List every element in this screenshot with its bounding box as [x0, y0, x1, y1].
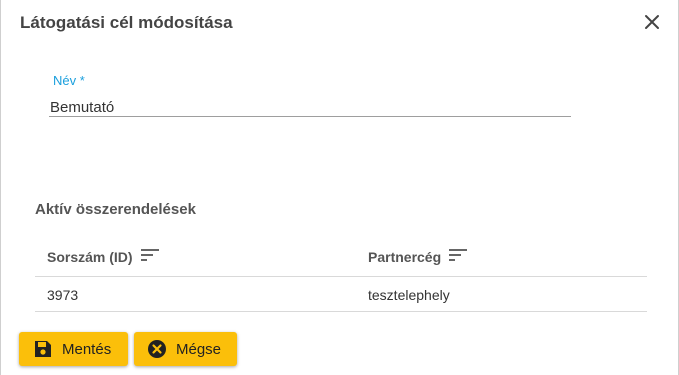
sort-icon[interactable] [449, 248, 468, 265]
close-icon [642, 12, 662, 32]
column-header-id[interactable]: Sorszám (ID) [47, 248, 159, 265]
column-header-partner-label: Partnercég [368, 248, 442, 265]
name-field-label: Név * [53, 73, 85, 88]
name-field[interactable] [50, 96, 571, 118]
dialog-title: Látogatási cél módosítása [20, 13, 233, 32]
cancel-button[interactable]: Mégse [134, 332, 237, 366]
row-id-cell: 3973 [47, 287, 79, 303]
save-button-label: Mentés [62, 340, 112, 358]
row-partner-cell: tesztelephely [368, 287, 450, 303]
assignments-table: Sorszám (ID) Partnercég 3973 tesztelephe… [35, 238, 647, 312]
sort-icon[interactable] [140, 248, 159, 265]
column-header-id-label: Sorszám (ID) [47, 248, 133, 265]
close-button[interactable] [642, 12, 662, 32]
save-button[interactable]: Mentés [19, 332, 128, 366]
save-icon [33, 339, 53, 359]
name-field-underline [49, 116, 571, 117]
active-assignments-title: Aktív összerendelések [35, 201, 196, 218]
column-header-partner[interactable]: Partnercég [368, 248, 468, 265]
table-row[interactable]: 3973 tesztelephely [35, 277, 647, 312]
cancel-button-label: Mégse [176, 340, 222, 358]
table-header: Sorszám (ID) Partnercég [35, 238, 647, 277]
edit-visit-purpose-dialog: Látogatási cél módosítása Név * Aktív ös… [0, 0, 679, 375]
cancel-circle-icon [147, 339, 167, 359]
